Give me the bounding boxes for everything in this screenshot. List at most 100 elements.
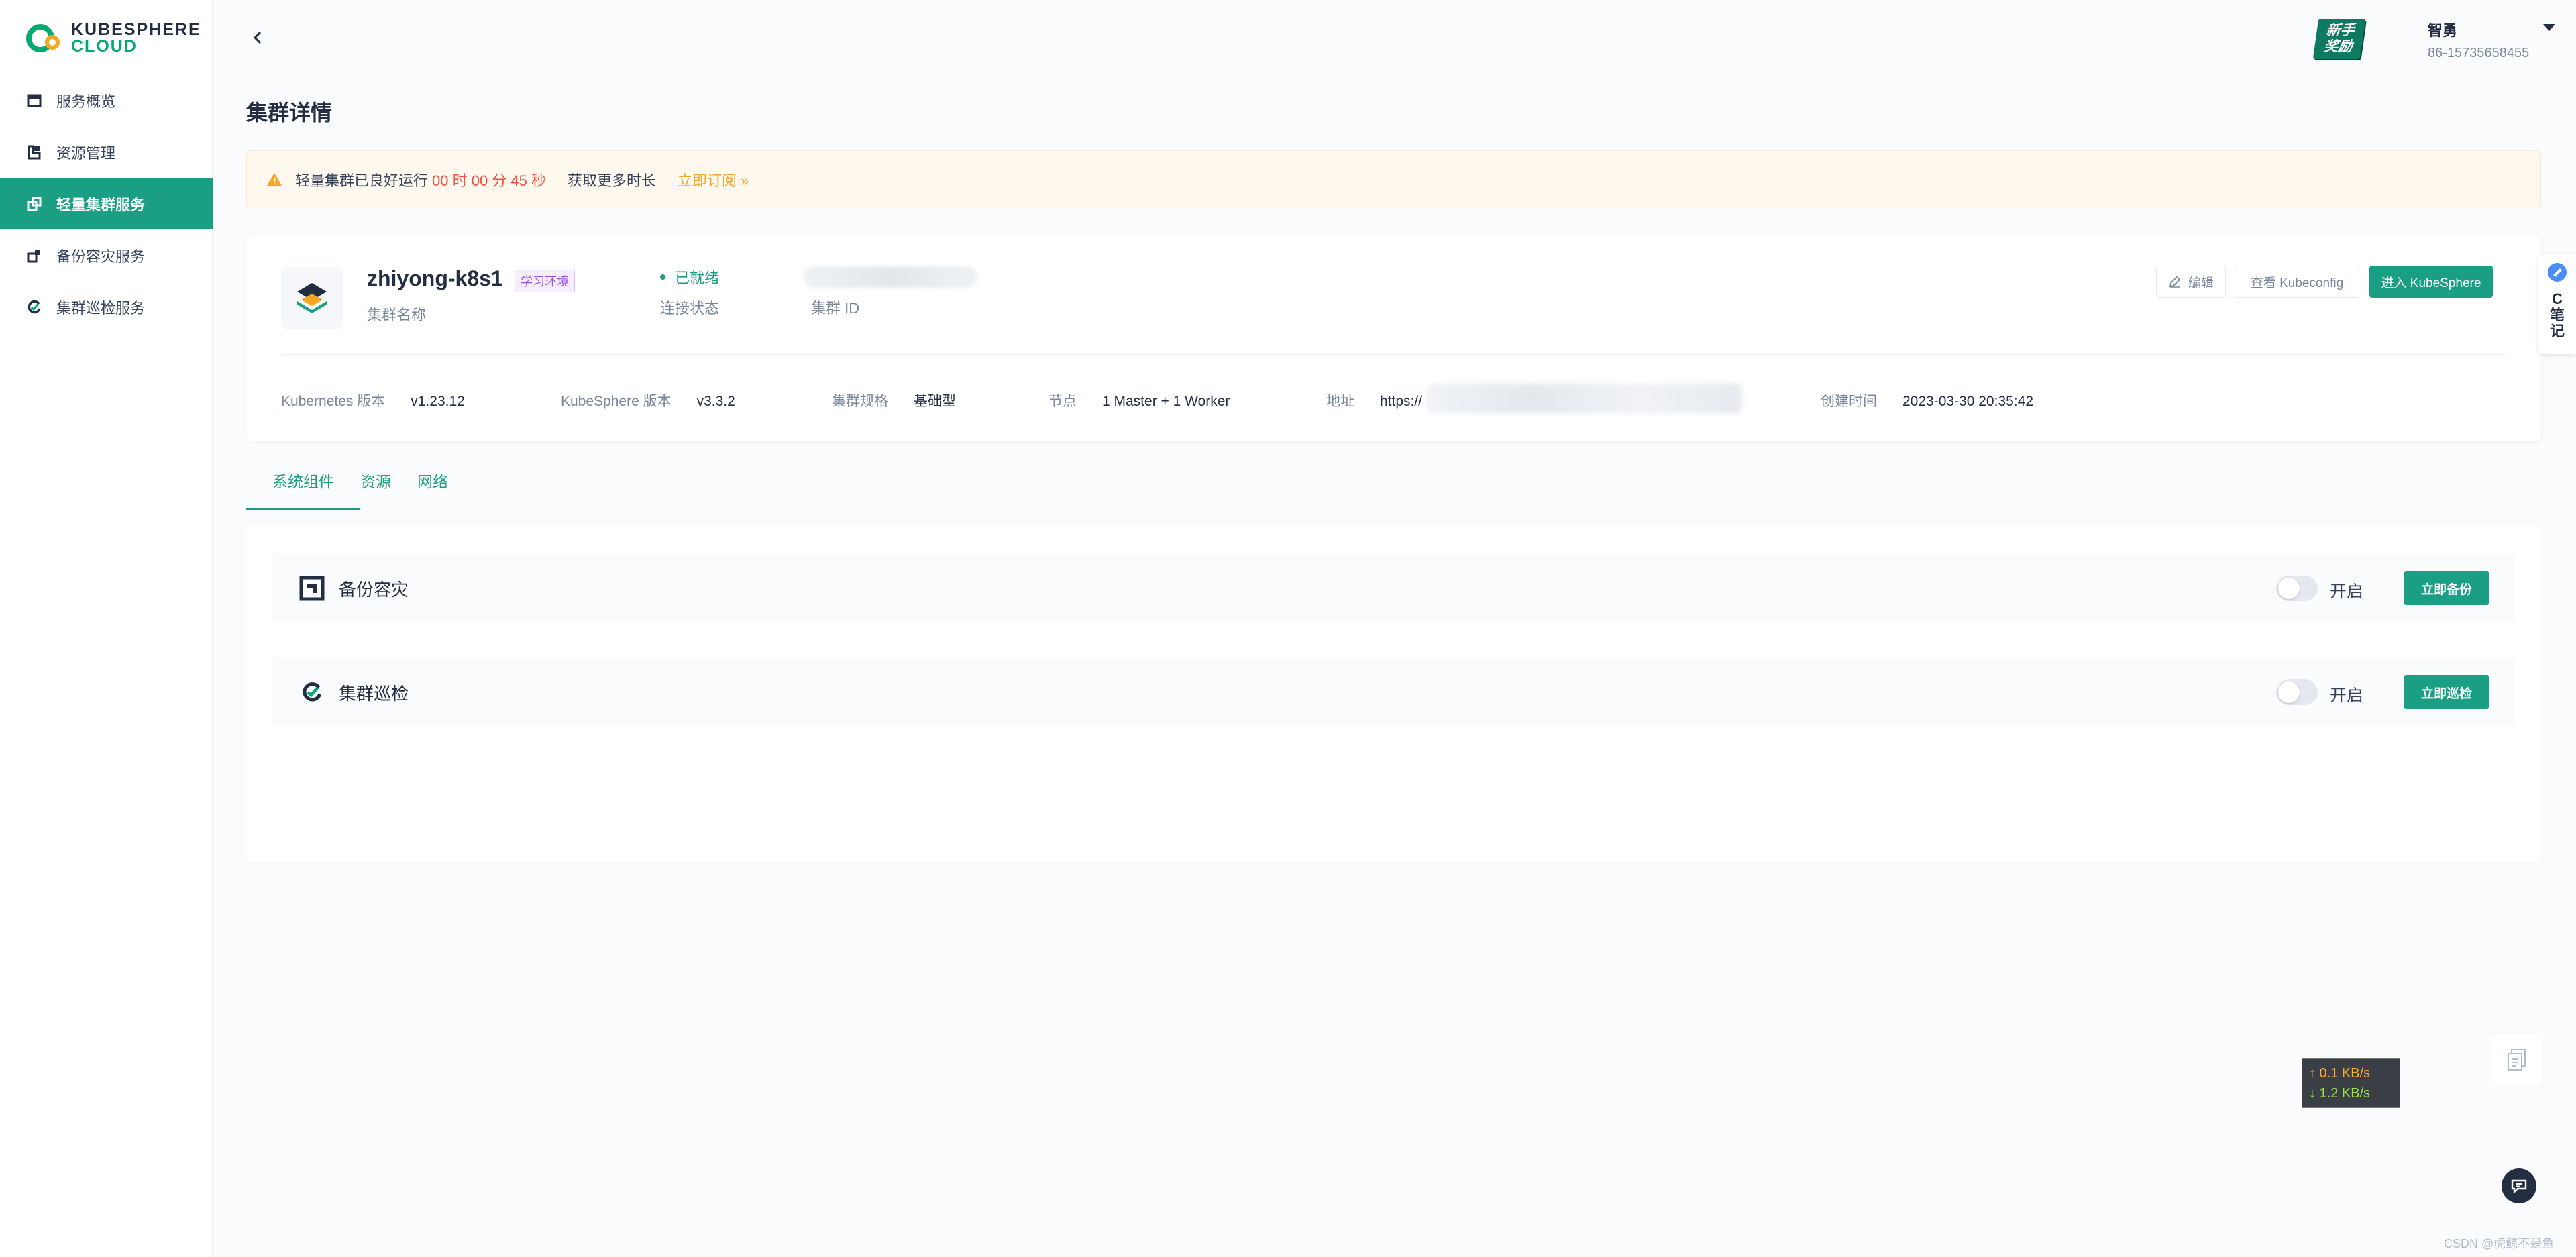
- sidebar-item-label: 备份容灾服务: [56, 248, 146, 265]
- cluster-icon: [25, 195, 43, 213]
- backup-icon: [299, 575, 325, 602]
- subscribe-link[interactable]: 立即订阅 »: [678, 169, 749, 190]
- meta-address: 地址 https://: [1326, 390, 1422, 411]
- page-title: 集群详情: [246, 101, 333, 125]
- inspection-toggle[interactable]: [2276, 679, 2318, 705]
- sidebar-item-overview[interactable]: 服务概览: [0, 74, 213, 126]
- sidebar-item-lightweight-cluster[interactable]: 轻量集群服务: [0, 178, 213, 229]
- detail-tabs: 系统组件 资源 网络: [246, 463, 474, 510]
- user-name: 智勇: [2428, 22, 2458, 39]
- toggle-knob: [2278, 681, 2300, 703]
- toggle-label: 开启: [2330, 582, 2364, 601]
- meta-value: v1.23.12: [411, 394, 465, 409]
- meta-k8s-version: Kubernetes 版本 v1.23.12: [281, 390, 465, 411]
- connection-status-label: 连接状态: [660, 300, 720, 317]
- toggle-label: 开启: [2330, 686, 2364, 705]
- note-line2: 记: [2549, 323, 2565, 339]
- sidebar-nav: 服务概览 资源管理 轻量集群服务 备份容灾服务 集群巡检服务: [0, 74, 213, 333]
- upload-speed: ↑ 0.1 KB/s: [2309, 1066, 2371, 1081]
- meta-key: 创建时间: [1821, 394, 1877, 409]
- meta-value: 2023-03-30 20:35:42: [1902, 394, 2033, 409]
- component-label: 集群巡检: [339, 683, 409, 704]
- tab-resources[interactable]: 资源: [360, 463, 417, 510]
- logo-text-line2: CLOUD: [71, 37, 138, 56]
- caret-down-icon: [2543, 24, 2555, 31]
- sidebar-item-backup[interactable]: 备份容灾服务: [0, 229, 213, 281]
- backup-icon: [25, 247, 43, 264]
- connection-status: 已就绪: [660, 266, 719, 288]
- download-speed: ↓ 1.2 KB/s: [2309, 1086, 2371, 1101]
- warning-icon: [267, 173, 282, 186]
- meta-value: 基础型: [914, 394, 956, 409]
- meta-value: https://: [1380, 394, 1423, 409]
- env-tag: 学习环境: [515, 270, 575, 292]
- network-speed-widget: ↑ 0.1 KB/s ↓ 1.2 KB/s: [2302, 1058, 2400, 1108]
- meta-key: KubeSphere 版本: [561, 394, 672, 409]
- user-menu[interactable]: 智勇 86-15735658455: [2428, 19, 2555, 61]
- tab-network[interactable]: 网络: [417, 463, 474, 510]
- enter-kubesphere-button[interactable]: 进入 KubeSphere: [2369, 266, 2493, 298]
- copy-icon: [2508, 1049, 2526, 1071]
- component-row-backup: 备份容灾 开启 立即备份: [272, 553, 2514, 623]
- toggle-knob: [2278, 578, 2300, 599]
- logo-mark-icon: [25, 22, 63, 54]
- components-panel: 备份容灾 开启 立即备份 集群巡检 开启 立即巡检: [246, 525, 2541, 862]
- status-dot-icon: [660, 274, 665, 280]
- alert-prefix: 轻量集群已良好运行: [295, 172, 429, 189]
- meta-value: 1 Master + 1 Worker: [1102, 394, 1230, 409]
- badge-line1: 新手: [2325, 23, 2356, 38]
- sidebar-item-label: 轻量集群服务: [56, 196, 146, 213]
- status-value: 已就绪: [675, 270, 720, 286]
- meta-key: 集群规格: [832, 394, 888, 409]
- chevron-left-icon: [253, 31, 262, 44]
- note-sidebar-widget[interactable]: C 笔 记: [2538, 254, 2576, 354]
- sidebar-item-label: 集群巡检服务: [56, 299, 146, 317]
- alert-more-time: 获取更多时长: [568, 172, 657, 189]
- backup-now-button[interactable]: 立即备份: [2404, 571, 2489, 605]
- pencil-icon: [2169, 276, 2181, 288]
- watermark: CSDN @虎鲸不是鱼: [2444, 1237, 2555, 1250]
- meta-created: 创建时间 2023-03-30 20:35:42: [1821, 390, 2033, 411]
- meta-spec: 集群规格 基础型: [832, 390, 956, 411]
- user-phone: 86-15735658455: [2428, 46, 2530, 60]
- copy-button[interactable]: [2491, 1034, 2542, 1085]
- cluster-id-label: 集群 ID: [811, 300, 860, 317]
- meta-value: v3.3.2: [696, 394, 735, 409]
- note-letter: C: [2552, 290, 2563, 307]
- logo-text-line1: KUBESPHERE: [71, 20, 201, 39]
- note-line1: 笔: [2549, 307, 2565, 323]
- inspect-now-button[interactable]: 立即巡检: [2404, 675, 2489, 709]
- meta-key: 地址: [1326, 394, 1354, 409]
- cluster-info-card: zhiyong-k8s1 学习环境 集群名称 已就绪 连接状态 集群 ID 编辑…: [246, 236, 2541, 441]
- view-kubeconfig-button[interactable]: 查看 Kubeconfig: [2235, 266, 2359, 298]
- kubesphere-logo[interactable]: KUBESPHERE CLOUD: [25, 20, 201, 56]
- overview-icon: [25, 92, 43, 109]
- badge-line2: 奖励: [2322, 39, 2353, 54]
- sidebar-item-resources[interactable]: 资源管理: [0, 126, 213, 178]
- sidebar-item-label: 服务概览: [56, 93, 116, 110]
- resource-icon: [25, 144, 43, 161]
- cluster-name-label: 集群名称: [367, 307, 427, 323]
- sidebar-item-label: 资源管理: [56, 144, 116, 162]
- inspection-icon: [25, 298, 43, 316]
- inspection-icon: [299, 679, 325, 706]
- back-button[interactable]: [246, 25, 270, 50]
- meta-key: 节点: [1049, 394, 1077, 409]
- chat-button[interactable]: [2502, 1168, 2536, 1203]
- newbie-reward-badge[interactable]: 新手 奖励: [2312, 19, 2366, 59]
- sidebar-item-inspection[interactable]: 集群巡检服务: [0, 281, 213, 333]
- alert-timer: 00 时 00 分 45 秒: [432, 172, 546, 189]
- tab-system-components[interactable]: 系统组件: [246, 463, 360, 510]
- divider: [281, 354, 2506, 355]
- component-label: 备份容灾: [339, 579, 409, 600]
- edit-button[interactable]: 编辑: [2156, 266, 2226, 298]
- meta-ks-version: KubeSphere 版本 v3.3.2: [561, 390, 735, 411]
- sidebar: KUBESPHERE CLOUD 服务概览 资源管理 轻量集群服务 备份容灾服务…: [0, 0, 213, 1257]
- backup-toggle[interactable]: [2276, 576, 2318, 601]
- meta-key: Kubernetes 版本: [281, 394, 386, 409]
- address-redacted: [1427, 384, 1742, 413]
- component-row-inspection: 集群巡检 开启 立即巡检: [272, 657, 2514, 727]
- cluster-name: zhiyong-k8s1: [367, 266, 503, 290]
- cluster-logo-icon: [281, 267, 343, 329]
- runtime-alert: 轻量集群已良好运行 00 时 00 分 45 秒 获取更多时长 立即订阅 »: [246, 150, 2541, 209]
